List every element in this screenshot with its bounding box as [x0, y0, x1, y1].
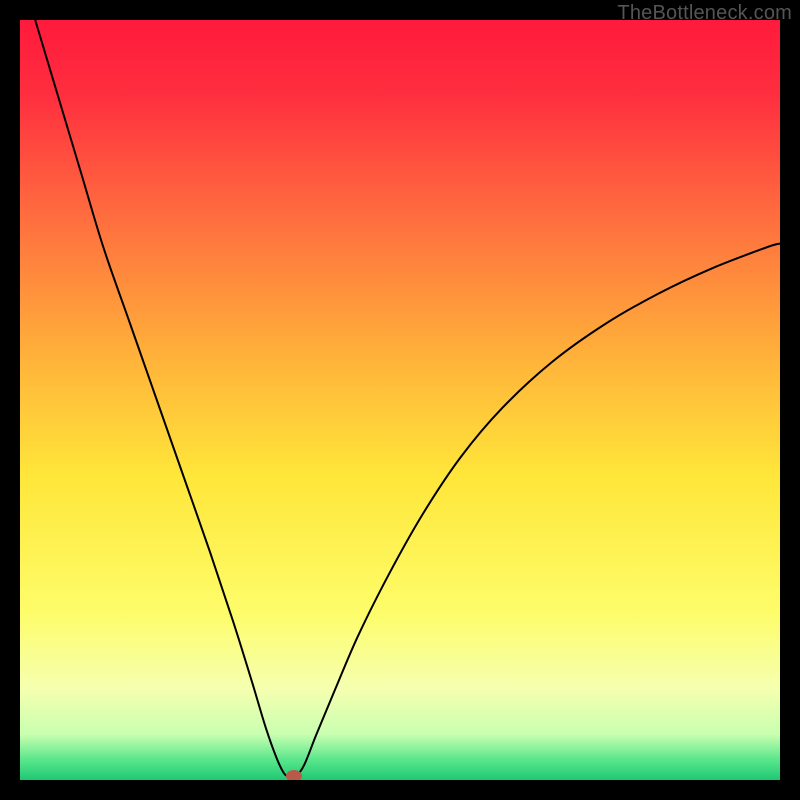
watermark-text: TheBottleneck.com: [617, 2, 792, 25]
bottleneck-curve: [20, 20, 780, 780]
optimal-point-marker: [286, 770, 302, 780]
chart-plot-area: [20, 20, 780, 780]
chart-frame: TheBottleneck.com: [0, 0, 800, 800]
